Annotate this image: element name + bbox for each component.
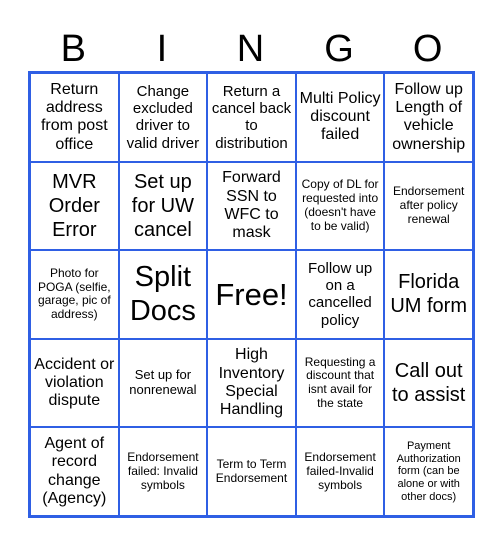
bingo-cell[interactable]: Term to Term Endorsement	[207, 427, 296, 516]
bingo-cell[interactable]: Endorsement after policy renewal	[384, 161, 473, 251]
bingo-cell[interactable]: Set up for nonrenewal	[118, 338, 208, 428]
bingo-cell[interactable]: Endorsement failed-Invalid symbols	[295, 427, 385, 516]
bingo-cell[interactable]: Split Docs	[118, 250, 208, 339]
header-letter-b: B	[60, 28, 86, 70]
bingo-cell[interactable]: Copy of DL for requested into (doesn't h…	[295, 161, 385, 251]
bingo-board: Return address from post office Change e…	[28, 71, 475, 518]
bingo-cell[interactable]: Agent of record change (Agency)	[30, 427, 119, 516]
bingo-cell[interactable]: Multi Policy discount failed	[295, 73, 385, 162]
bingo-cell[interactable]: Call out to assist	[384, 338, 473, 428]
header-letter-n: N	[236, 28, 265, 70]
free-space[interactable]: Free!	[207, 250, 296, 339]
bingo-cell[interactable]: Return address from post office	[30, 73, 119, 162]
bingo-cell[interactable]: Change excluded driver to valid driver	[118, 73, 208, 162]
bingo-cell[interactable]: Payment Authorization form (can be alone…	[384, 427, 473, 516]
header-letter-i: I	[156, 28, 168, 70]
bingo-cell[interactable]: Accident or violation dispute	[30, 338, 119, 428]
bingo-cell[interactable]: Forward SSN to WFC to mask	[207, 161, 296, 251]
bingo-cell[interactable]: Endorsement failed: Invalid symbols	[118, 427, 208, 516]
bingo-cell[interactable]: Photo for POGA (selfie, garage, pic of a…	[30, 250, 119, 339]
bingo-cell[interactable]: MVR Order Error	[30, 161, 119, 251]
bingo-cell[interactable]: Florida UM form	[384, 250, 473, 339]
bingo-cell[interactable]: Set up for UW cancel	[118, 161, 208, 251]
header-letter-o: O	[412, 28, 443, 70]
bingo-cell[interactable]: Follow up on a cancelled policy	[295, 250, 385, 339]
bingo-cell[interactable]: Follow up Length of vehicle ownership	[384, 73, 473, 162]
bingo-cell[interactable]: High Inventory Special Handling	[207, 338, 296, 428]
bingo-header: B I N G O	[29, 26, 472, 72]
bingo-cell[interactable]: Return a cancel back to distribution	[207, 73, 296, 162]
header-letter-g: G	[324, 28, 354, 70]
bingo-cell[interactable]: Requesting a discount that isnt avail fo…	[295, 338, 385, 428]
